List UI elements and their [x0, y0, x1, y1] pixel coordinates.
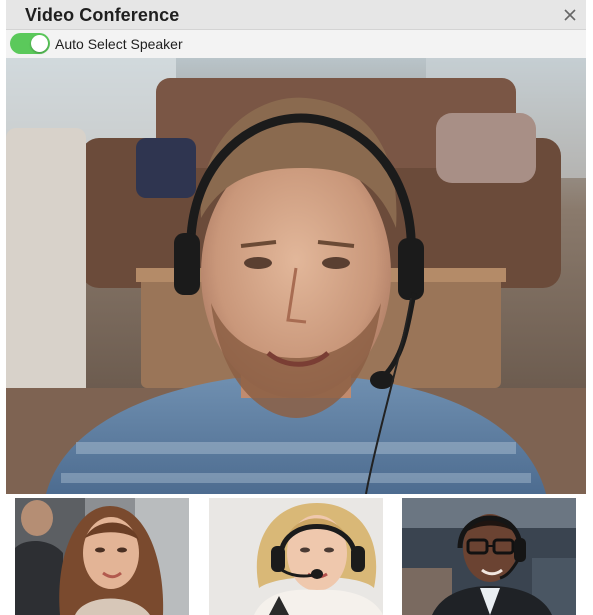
- toolbar: Auto Select Speaker: [6, 30, 586, 58]
- video-conference-window: Video Conference Auto Select Speaker: [6, 0, 586, 615]
- main-speaker-video[interactable]: [6, 58, 586, 494]
- auto-select-speaker-label: Auto Select Speaker: [55, 36, 183, 52]
- participant-thumbnail-2[interactable]: [209, 498, 383, 615]
- participant-thumbnail-1[interactable]: [15, 498, 189, 615]
- auto-select-speaker-toggle[interactable]: [10, 33, 50, 54]
- participant-thumbnails: [6, 494, 586, 615]
- close-icon[interactable]: [560, 5, 580, 25]
- window-title: Video Conference: [25, 5, 180, 25]
- participant-thumbnail-3[interactable]: [402, 498, 576, 615]
- title-bar: Video Conference: [6, 0, 586, 30]
- toggle-knob: [31, 35, 48, 52]
